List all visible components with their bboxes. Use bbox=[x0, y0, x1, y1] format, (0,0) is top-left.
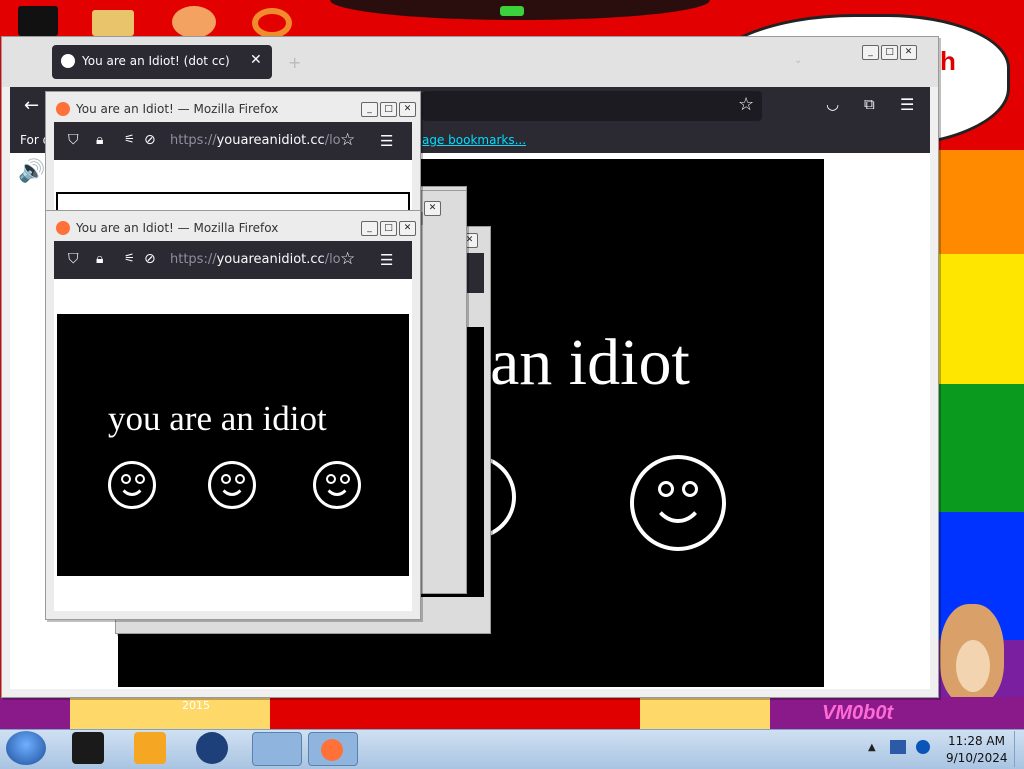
desktop-cloud-text: h bbox=[940, 46, 956, 76]
popup1-maximize-button[interactable]: □ bbox=[380, 102, 397, 117]
taskbar-globe-icon[interactable] bbox=[196, 732, 228, 764]
desktop-icon-ring[interactable] bbox=[252, 8, 292, 38]
popup2-url-prefix: https:// bbox=[170, 252, 217, 267]
show-desktop-button[interactable] bbox=[1014, 731, 1024, 767]
rainbow-orange bbox=[938, 150, 1024, 254]
firefox-logo-icon-2 bbox=[56, 221, 70, 235]
menu-hamburger-icon[interactable]: ☰ bbox=[900, 95, 914, 114]
lock-icon[interactable]: 🔒︎ bbox=[96, 132, 103, 148]
popup2-minimize-button[interactable]: _ bbox=[361, 221, 378, 236]
popup1-url[interactable]: https://youareanidiot.cc/lol. bbox=[170, 133, 340, 148]
popup1-title: You are an Idiot! — Mozilla Firefox bbox=[76, 102, 279, 116]
popup2-idiot-text: you are an idiot bbox=[108, 399, 327, 438]
tracking-blocked-icon-2[interactable]: ⊘ bbox=[144, 251, 156, 267]
tracking-blocked-icon[interactable]: ⊘ bbox=[144, 132, 156, 148]
popup-window-2: You are an Idiot! — Mozilla Firefox _ □ … bbox=[45, 210, 421, 620]
bookmark-star-icon[interactable]: ☆ bbox=[738, 94, 754, 115]
tray-show-hidden-icon[interactable]: ▲ bbox=[868, 742, 876, 753]
speaker-icon[interactable]: 🔊 bbox=[18, 159, 45, 184]
popup1-menu-icon[interactable]: ☰ bbox=[380, 132, 393, 150]
popup2-idiot-canvas bbox=[57, 314, 409, 576]
smiley-favicon-icon bbox=[61, 54, 75, 68]
popup2-url-suffix: /lol. bbox=[324, 252, 340, 267]
popup1-minimize-button[interactable]: _ bbox=[361, 102, 378, 117]
wallpaper-year: 2015 bbox=[182, 699, 210, 712]
tab-close-icon[interactable]: ✕ bbox=[250, 52, 262, 68]
hamster-belly bbox=[956, 640, 990, 692]
popup2-url[interactable]: https://youareanidiot.cc/lol. bbox=[170, 252, 340, 267]
pocket-icon[interactable]: ◡ bbox=[826, 95, 839, 113]
rainbow-green bbox=[938, 384, 1024, 512]
taskbar-firefox-icon[interactable] bbox=[308, 732, 358, 766]
popup2-maximize-button[interactable]: □ bbox=[380, 221, 397, 236]
clock-time[interactable]: 11:28 AM bbox=[948, 734, 1005, 748]
popup-window-1: You are an Idiot! — Mozilla Firefox _ □ … bbox=[45, 91, 421, 223]
popup2-star-icon[interactable]: ☆ bbox=[340, 249, 355, 269]
popup2-title: You are an Idiot! — Mozilla Firefox bbox=[76, 221, 279, 235]
taskbar-people-icon[interactable] bbox=[252, 732, 302, 766]
popup1-star-icon[interactable]: ☆ bbox=[340, 130, 355, 150]
popup2-menu-icon[interactable]: ☰ bbox=[380, 251, 393, 269]
desktop-icon-folder[interactable] bbox=[92, 10, 134, 36]
manage-bookmarks-link[interactable]: age bookmarks... bbox=[422, 133, 526, 147]
popup2-close-button[interactable]: ✕ bbox=[399, 221, 416, 236]
shield-icon-2[interactable]: ⛉ bbox=[68, 251, 79, 267]
desktop-icon-top-hat[interactable] bbox=[18, 6, 58, 36]
shield-icon[interactable]: ⛉ bbox=[68, 132, 79, 148]
desktop-green-dot bbox=[500, 6, 524, 16]
main-tab[interactable]: You are an Idiot! (dot cc) ✕ bbox=[52, 45, 272, 79]
start-button[interactable] bbox=[6, 731, 46, 765]
desktop-icon-browser[interactable] bbox=[172, 6, 216, 38]
popup2-url-main: youareanidiot.cc bbox=[216, 252, 325, 267]
popup1-url-suffix: /lol. bbox=[324, 133, 340, 148]
clock-date[interactable]: 9/10/2024 bbox=[946, 751, 1008, 765]
taskbar-app-dark-icon[interactable] bbox=[72, 732, 104, 764]
back-popup-3-close-button[interactable]: ✕ bbox=[424, 201, 441, 216]
wallpaper-tag: VM0b0t bbox=[822, 702, 894, 724]
permissions-icon-2[interactable]: ⚟ bbox=[124, 251, 135, 265]
permissions-icon[interactable]: ⚟ bbox=[124, 132, 135, 146]
popup1-url-prefix: https:// bbox=[170, 133, 217, 148]
tray-bluetooth-icon[interactable] bbox=[916, 740, 930, 754]
wallpaper-yellow-shape-2 bbox=[640, 697, 770, 729]
popup1-url-main: youareanidiot.cc bbox=[216, 133, 325, 148]
wallpaper-yellow-shape bbox=[70, 697, 270, 729]
close-button[interactable]: ✕ bbox=[900, 45, 917, 60]
firefox-logo-icon bbox=[56, 102, 70, 116]
maximize-button[interactable]: □ bbox=[881, 45, 898, 60]
popup2-smiley-2-icon bbox=[208, 461, 256, 509]
popup-window-back-3: ✕ bbox=[421, 190, 467, 594]
new-tab-icon[interactable]: + bbox=[288, 53, 301, 72]
main-tab-title: You are an Idiot! (dot cc) bbox=[82, 54, 230, 68]
taskbar-media-player-icon[interactable] bbox=[134, 732, 166, 764]
minimize-button[interactable]: _ bbox=[862, 45, 879, 60]
popup2-smiley-3-icon bbox=[313, 461, 361, 509]
main-smiley-icon bbox=[630, 455, 726, 551]
popup1-close-button[interactable]: ✕ bbox=[399, 102, 416, 117]
tray-network-icon[interactable] bbox=[890, 740, 906, 754]
lock-icon-2[interactable]: 🔒︎ bbox=[96, 251, 103, 267]
list-tabs-icon[interactable]: ⌄ bbox=[794, 55, 802, 66]
back-arrow-icon[interactable]: ← bbox=[24, 95, 39, 116]
extensions-icon[interactable]: ⧉ bbox=[864, 95, 875, 113]
main-idiot-text: an idiot bbox=[490, 326, 690, 399]
popup2-smiley-1-icon bbox=[108, 461, 156, 509]
main-url-bar[interactable] bbox=[422, 91, 762, 121]
rainbow-yellow bbox=[938, 254, 1024, 384]
